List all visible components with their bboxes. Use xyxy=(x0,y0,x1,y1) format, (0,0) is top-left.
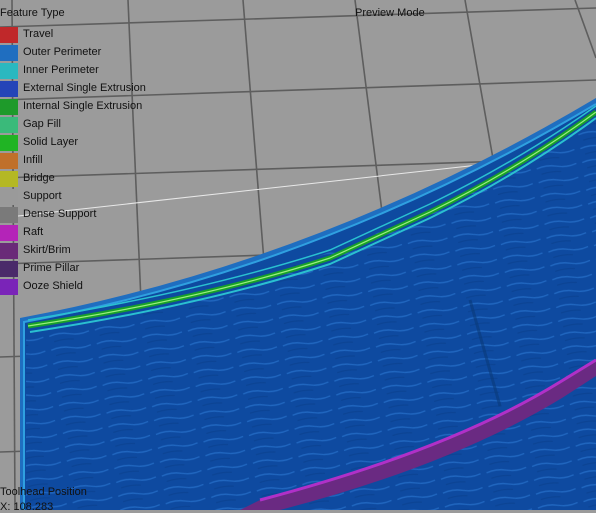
legend-swatch xyxy=(0,189,18,205)
legend-item-ooze-shield[interactable]: Ooze Shield xyxy=(0,279,150,295)
legend-label: Infill xyxy=(23,154,43,166)
legend-swatch xyxy=(0,81,18,97)
legend-item-travel[interactable]: Travel xyxy=(0,27,150,43)
legend-swatch xyxy=(0,99,18,115)
legend-label: Travel xyxy=(23,28,54,40)
legend-label: Raft xyxy=(23,226,44,238)
legend-item-internal-single-extrusion[interactable]: Internal Single Extrusion xyxy=(0,99,150,115)
legend-label: Skirt/Brim xyxy=(23,244,71,256)
legend-label: Support xyxy=(23,190,62,202)
legend-swatch xyxy=(0,225,18,241)
legend-item-skirt-brim[interactable]: Skirt/Brim xyxy=(0,243,150,259)
legend-item-inner-perimeter[interactable]: Inner Perimeter xyxy=(0,63,150,79)
legend-label: Dense Support xyxy=(23,208,97,220)
legend-label: Prime Pillar xyxy=(23,262,80,274)
toolhead-position-label: Toolhead Position xyxy=(0,486,87,498)
legend-label: Bridge xyxy=(23,172,55,184)
legend-swatch xyxy=(0,27,18,43)
legend-swatch xyxy=(0,261,18,277)
legend-item-infill[interactable]: Infill xyxy=(0,153,150,169)
legend-swatch xyxy=(0,45,18,61)
legend-swatch xyxy=(0,279,18,295)
legend-item-raft[interactable]: Raft xyxy=(0,225,150,241)
legend-label: Inner Perimeter xyxy=(23,64,99,76)
legend-item-outer-perimeter[interactable]: Outer Perimeter xyxy=(0,45,150,61)
toolhead-position: Toolhead Position X: 108.283 xyxy=(0,486,87,513)
legend-label: Solid Layer xyxy=(23,136,79,148)
legend-item-external-single-extrusion[interactable]: External Single Extrusion xyxy=(0,81,150,97)
legend-label: Gap Fill xyxy=(23,118,61,130)
legend-item-support[interactable]: Support xyxy=(0,189,150,205)
legend-swatch xyxy=(0,63,18,79)
legend-swatch xyxy=(0,153,18,169)
legend-label: External Single Extrusion xyxy=(23,82,146,94)
preview-mode-label: Preview Mode xyxy=(355,7,425,19)
legend-title: Feature Type xyxy=(0,7,65,19)
legend-swatch xyxy=(0,171,18,187)
toolhead-position-value: X: 108.283 xyxy=(0,501,54,513)
legend-label: Internal Single Extrusion xyxy=(23,100,143,112)
legend-item-prime-pillar[interactable]: Prime Pillar xyxy=(0,261,150,277)
legend-swatch xyxy=(0,243,18,259)
legend-label: Ooze Shield xyxy=(23,280,83,292)
legend-swatch xyxy=(0,117,18,133)
legend-item-gap-fill[interactable]: Gap Fill xyxy=(0,117,150,133)
legend-swatch xyxy=(0,207,18,223)
legend-item-solid-layer[interactable]: Solid Layer xyxy=(0,135,150,151)
legend-item-dense-support[interactable]: Dense Support xyxy=(0,207,150,223)
legend-label: Outer Perimeter xyxy=(23,46,102,58)
legend-swatch xyxy=(0,135,18,151)
legend-item-bridge[interactable]: Bridge xyxy=(0,171,150,187)
